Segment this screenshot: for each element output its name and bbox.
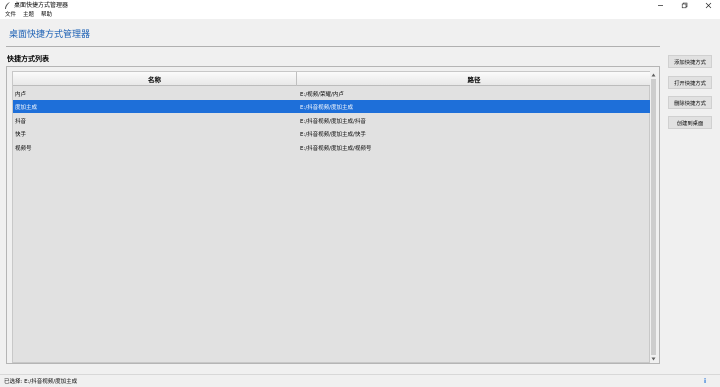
create-on-desktop-button[interactable]: 创建到桌面 bbox=[668, 116, 712, 129]
table-row[interactable]: 抖音 E:/抖音视频/度加主成/抖音 bbox=[13, 114, 651, 127]
menu-bar: 文件 主题 帮助 bbox=[0, 11, 720, 19]
column-header-path[interactable]: 路径 bbox=[297, 72, 651, 86]
open-shortcut-button[interactable]: 打开快捷方式 bbox=[668, 76, 712, 89]
shortcut-table[interactable]: 名称 路径 内卢 E:/视频/荣耀/内卢 度加主成 E:/抖音视频/度加主成 抖… bbox=[12, 71, 651, 363]
header-divider bbox=[6, 46, 660, 47]
table-header: 名称 路径 bbox=[13, 72, 651, 86]
feather-icon bbox=[3, 1, 11, 10]
close-icon[interactable] bbox=[696, 0, 720, 11]
maximize-icon[interactable] bbox=[672, 0, 696, 11]
menu-help[interactable]: 帮助 bbox=[39, 11, 54, 19]
vertical-scrollbar[interactable] bbox=[650, 71, 657, 363]
title-bar: 桌面快捷方式管理器 bbox=[0, 0, 720, 11]
status-bar: 已选择: E:/抖音视频/度加主成 i bbox=[0, 374, 720, 387]
minimize-icon[interactable] bbox=[648, 0, 672, 11]
row-path: E:/抖音视频/度加主成 bbox=[300, 104, 354, 111]
scroll-down-icon[interactable] bbox=[651, 356, 656, 362]
status-text: 已选择: E:/抖音视频/度加主成 bbox=[4, 379, 78, 385]
window-title: 桌面快捷方式管理器 bbox=[14, 2, 69, 9]
window-controls bbox=[648, 0, 720, 11]
table-row-selected[interactable]: 度加主成 E:/抖音视频/度加主成 bbox=[13, 100, 651, 113]
table-row[interactable]: 快手 E:/抖音视频/度加主成/快手 bbox=[13, 127, 651, 140]
row-name: 视频号 bbox=[15, 145, 32, 152]
scrollbar-thumb[interactable] bbox=[651, 79, 656, 355]
row-name: 快手 bbox=[15, 131, 27, 138]
shortcut-list-frame: 名称 路径 内卢 E:/视频/荣耀/内卢 度加主成 E:/抖音视频/度加主成 抖… bbox=[6, 66, 660, 364]
row-path: E:/抖音视频/度加主成/抖音 bbox=[300, 118, 366, 125]
row-path: E:/视频/荣耀/内卢 bbox=[300, 91, 344, 98]
scroll-up-icon[interactable] bbox=[651, 72, 656, 78]
row-name: 内卢 bbox=[15, 91, 27, 98]
menu-file[interactable]: 文件 bbox=[3, 11, 18, 19]
row-name: 抖音 bbox=[15, 118, 27, 125]
delete-shortcut-button[interactable]: 删除快捷方式 bbox=[668, 96, 712, 109]
section-title: 快捷方式列表 bbox=[7, 55, 49, 63]
row-path: E:/抖音视频/度加主成/视频号 bbox=[300, 145, 372, 152]
info-icon: i bbox=[703, 378, 707, 385]
add-shortcut-button[interactable]: 添加快捷方式 bbox=[668, 55, 712, 68]
table-row[interactable]: 视频号 E:/抖音视频/度加主成/视频号 bbox=[13, 141, 651, 154]
row-path: E:/抖音视频/度加主成/快手 bbox=[300, 131, 366, 138]
row-name: 度加主成 bbox=[15, 104, 38, 111]
page-title: 桌面快捷方式管理器 bbox=[9, 30, 91, 40]
menu-theme[interactable]: 主题 bbox=[21, 11, 36, 19]
table-row[interactable]: 内卢 E:/视频/荣耀/内卢 bbox=[13, 87, 651, 100]
column-header-name[interactable]: 名称 bbox=[13, 72, 297, 86]
